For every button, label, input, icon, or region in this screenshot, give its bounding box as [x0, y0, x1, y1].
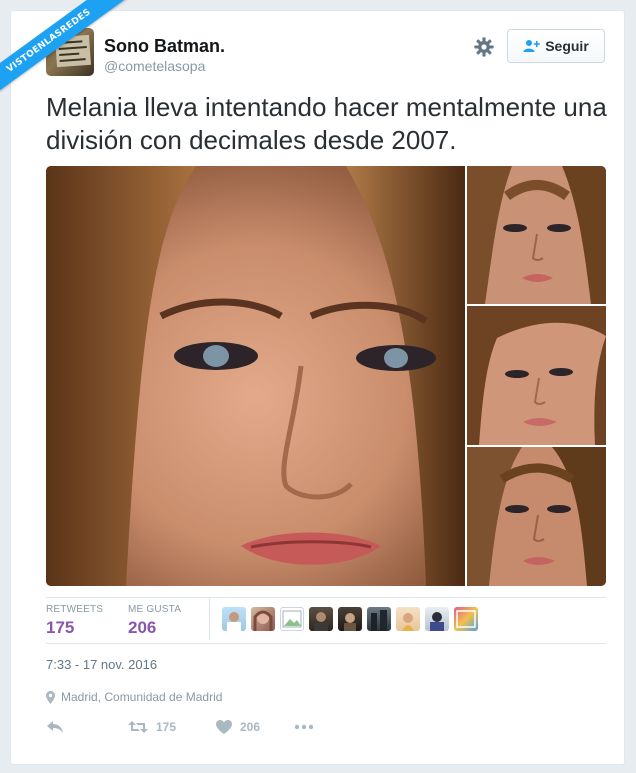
divider — [209, 598, 210, 640]
heart-icon — [216, 720, 232, 734]
liker-avatars — [222, 607, 478, 631]
retweets-label: RETWEETS — [46, 604, 104, 615]
retweet-button[interactable]: 175 — [128, 720, 216, 734]
like-count: 206 — [240, 720, 261, 734]
likes-label: ME GUSTA — [128, 604, 182, 615]
watermark-ribbon: VISTOENLASREDES — [0, 0, 130, 110]
photo-thumbnail-2[interactable] — [467, 306, 606, 445]
more-button[interactable] — [294, 724, 314, 730]
liker-avatar[interactable] — [251, 607, 275, 631]
photo-thumbnail-3[interactable] — [467, 447, 606, 586]
location-text: Madrid, Comunidad de Madrid — [61, 690, 223, 704]
liker-avatar[interactable] — [280, 607, 304, 631]
retweet-count: 175 — [156, 720, 177, 734]
tweet-location[interactable]: Madrid, Comunidad de Madrid — [46, 690, 222, 704]
face-closeup-image — [46, 166, 465, 586]
like-button[interactable]: 206 — [216, 720, 294, 734]
tweet-actions: 175 206 — [46, 716, 314, 738]
tweet-text: Melania lleva intentando hacer mentalmen… — [46, 92, 607, 155]
gear-icon[interactable] — [473, 36, 495, 58]
photo-main[interactable] — [46, 166, 465, 586]
location-pin-icon — [46, 690, 55, 704]
face-thumbnail-image — [467, 306, 606, 445]
reply-icon — [47, 721, 63, 733]
liker-avatar[interactable] — [396, 607, 420, 631]
liker-avatar[interactable] — [454, 607, 478, 631]
liker-avatar[interactable] — [367, 607, 391, 631]
reply-button[interactable] — [46, 720, 128, 734]
liker-avatar[interactable] — [338, 607, 362, 631]
liker-avatar[interactable] — [425, 607, 449, 631]
media-grid — [46, 166, 606, 586]
face-thumbnail-image — [467, 166, 606, 304]
follow-button[interactable]: Seguir — [507, 29, 605, 63]
more-dots-icon — [294, 724, 314, 730]
liker-avatar[interactable] — [309, 607, 333, 631]
follow-label: Seguir — [545, 38, 589, 54]
tweet-timestamp[interactable]: 7:33 - 17 nov. 2016 — [46, 657, 157, 672]
retweets-count[interactable]: 175 — [46, 618, 74, 638]
divider — [46, 643, 606, 644]
likes-count[interactable]: 206 — [128, 618, 156, 638]
add-user-icon — [523, 40, 541, 52]
watermark-text: VISTOENLASREDES — [0, 0, 130, 106]
retweet-icon — [128, 721, 148, 733]
liker-avatar[interactable] — [222, 607, 246, 631]
photo-thumbnail-1[interactable] — [467, 166, 606, 304]
divider — [46, 597, 606, 598]
face-thumbnail-image — [467, 447, 606, 586]
